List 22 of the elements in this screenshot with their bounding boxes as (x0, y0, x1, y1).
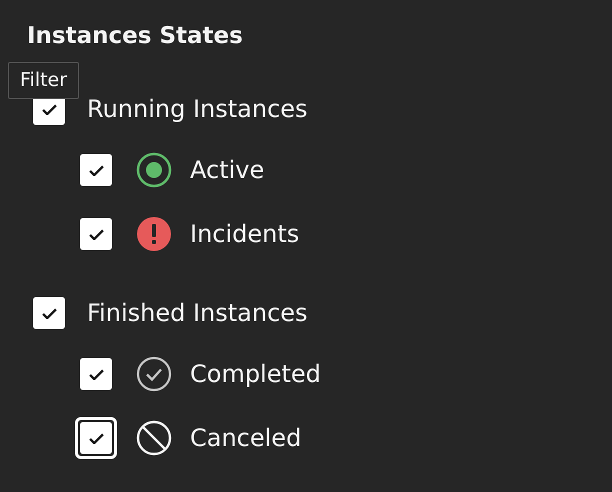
prohibited-icon (136, 420, 172, 456)
section-title: Instances States (27, 22, 244, 51)
tooltip: Filter (8, 62, 80, 99)
checkbox-label: Active (190, 155, 264, 186)
checkbox[interactable] (80, 154, 112, 186)
checkbox[interactable] (80, 358, 112, 390)
checkbox-label: Finished Instances (87, 298, 308, 329)
checkmark-icon (42, 104, 56, 114)
checkmark-icon (88, 228, 104, 240)
checkmark-icon (88, 368, 104, 380)
checkbox-label: Canceled (190, 423, 302, 454)
checkbox[interactable] (80, 218, 112, 250)
checkbox-label: Running Instances (87, 94, 308, 125)
checkmark-icon (88, 164, 104, 176)
checkmark-icon (88, 432, 104, 444)
checkbox-label: Incidents (190, 219, 300, 250)
warning-icon (136, 216, 172, 252)
active-status-icon (136, 152, 172, 188)
checkmark-circle-icon (136, 356, 172, 392)
checkbox-label: Completed (190, 359, 321, 390)
checkbox[interactable] (33, 297, 65, 329)
checkmark-icon (42, 308, 56, 318)
